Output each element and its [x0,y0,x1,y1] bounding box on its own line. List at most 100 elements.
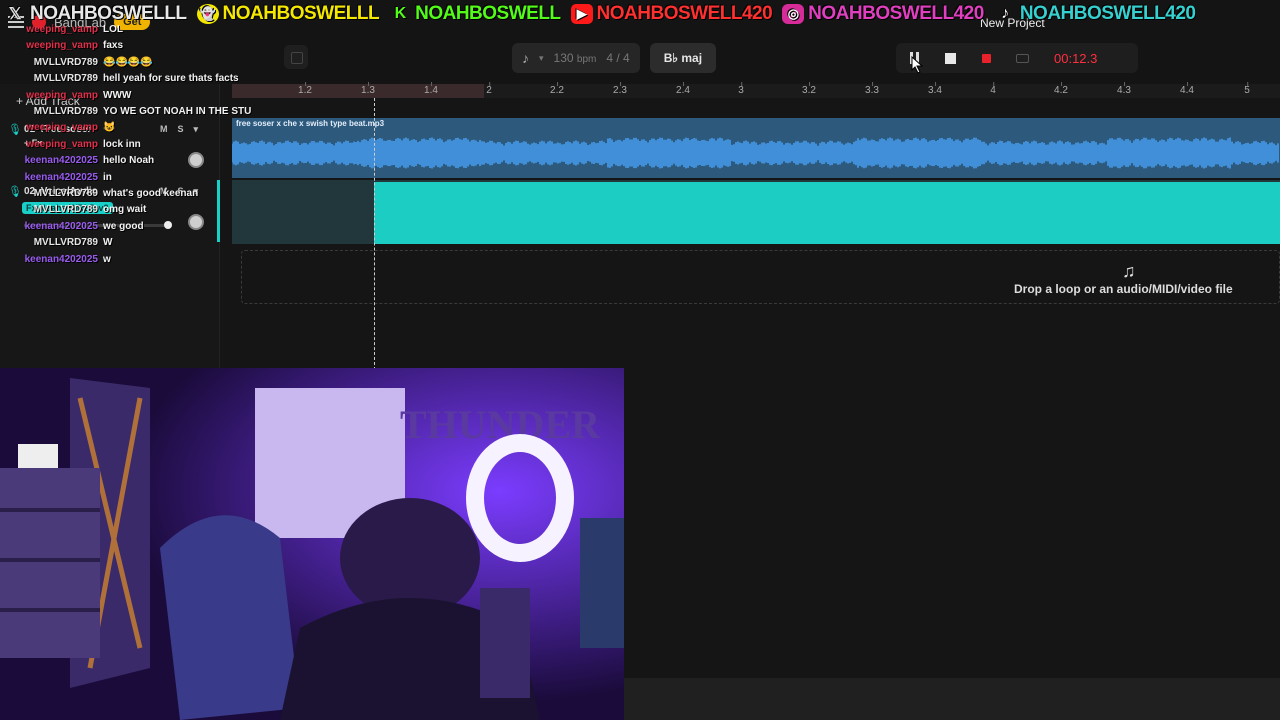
ruler-tick-label: 4 [990,82,996,96]
ruler-tick-label: 2.2 [550,82,564,96]
stop-button[interactable] [932,43,968,73]
ruler-tick-label: 1.4 [424,82,438,96]
chat-message: weeping_vamp lock inn [0,139,141,150]
chat-text: we good [103,220,144,232]
metronome-icon[interactable]: ♪ [522,50,529,66]
chat-username: weeping_vamp [26,24,98,35]
chat-text: W [103,237,113,249]
chat-message: MVLLVRD789 hell yeah for sure thats facts [0,73,239,84]
chat-message: weeping_vamp WWW [0,90,131,101]
ruler-tick-label: 3.4 [928,82,942,96]
chat-message: keenan4202025 hello Noah [0,155,155,167]
ruler-tick-label: 4.3 [1117,82,1131,96]
project-toolbar: ♪ ▾ 130 bpm 4 / 4 B♭ maj [512,43,717,73]
chat-username: keenan4202025 [24,171,98,183]
chat-message: keenan4202025 w [0,254,111,265]
social-handle: ♪ NOAHBOSWELL420 [994,3,1196,25]
waveform [232,137,1279,169]
ruler-tick-label: 4.4 [1180,82,1194,96]
chat-text: what's good keenan [103,188,199,199]
chat-username: weeping_vamp [26,122,98,134]
ruler-tick-label: 5 [1244,82,1250,96]
time-signature[interactable]: 4 / 4 [606,51,629,65]
chat-message: MVLLVRD789 W [0,237,113,249]
social-handle-text: NOAHBOSWELL [415,3,561,24]
chat-text: faxs [103,40,124,52]
chat-text: lock inn [103,138,141,150]
chat-message: weeping_vamp 😺 [0,122,115,133]
loop-region[interactable] [232,84,484,98]
ruler-tick-label: 1.3 [361,82,375,96]
chat-message: weeping_vamp faxs [0,40,123,51]
recorded-clip[interactable] [374,182,1280,244]
music-note-add-icon: ♫ [1122,261,1136,281]
social-handle: 👻 NOAHBOSWELLL [196,3,380,25]
undo-icon[interactable] [284,45,308,69]
chat-message: keenan4202025 we good [0,221,144,232]
kick-icon: K [394,5,407,22]
metronome-tempo-control[interactable]: ♪ ▾ 130 bpm 4 / 4 [512,43,640,73]
x-icon: 𝕏 [8,6,22,23]
ruler-tick-label: 2.4 [676,82,690,96]
chat-text: in [103,171,112,183]
chat-username: keenan4202025 [24,155,98,167]
social-handle-text: NOAHBOSWELL420 [596,3,773,24]
chat-text: WWW [103,89,132,101]
record-button[interactable] [968,43,1004,73]
ruler-tick-label: 3.3 [865,82,879,96]
ruler-tick-label: 1.2 [298,82,312,96]
daw-stream-screen: New Project ♪ ▾ 130 bpm 4 / 4 B♭ maj 00:… [0,0,1280,720]
time-readout: 00:12.3 [1054,50,1098,66]
tiktok-icon: ♪ [1001,5,1009,22]
social-handle-text: NOAHBOSWELLL [30,3,187,24]
ruler-tick-label: 2.3 [613,82,627,96]
ruler-tick-label: 3 [738,82,744,96]
key-selector[interactable]: B♭ maj [649,43,717,73]
webcam-feed: THUNDER [0,368,624,720]
chevron-down-icon: ▾ [539,52,544,63]
webcam-scene: THUNDER [0,368,624,720]
youtube-icon: ▶ [570,4,593,24]
chat-username: MVLLVRD789 [33,204,98,216]
chat-message: keenan4202025 in [0,172,112,183]
chat-text: hello Noah [103,155,155,167]
social-handle-text: NOAHBOSWELL420 [808,3,984,24]
chat-username: keenan4202025 [24,253,98,265]
loop-icon [1015,53,1029,63]
chat-username: weeping_vamp [26,89,98,101]
chat-text: YO WE GOT NOAH IN THE STU [103,106,252,117]
snapchat-icon: 👻 [196,4,219,24]
chat-text: LOL [103,24,123,35]
youtube-plaque [18,444,58,468]
bottom-panel [624,678,1280,720]
chat-message: weeping_vamp LOL [0,24,123,35]
social-handle-text: NOAHBOSWELLL [222,3,380,24]
chat-username: MVLLVRD789 [33,237,98,249]
audio-clip-track-1[interactable]: free soser x che x swish type beat.mp3 [232,118,1280,178]
ruler-tick-label: 2 [486,82,492,96]
chat-username: keenan4202025 [24,220,98,232]
stop-icon [944,52,956,64]
timeline-ruler[interactable]: 1.11.21.31.422.22.32.433.23.33.444.24.34… [232,82,1280,98]
chat-text: omg wait [103,204,147,216]
chat-username: MVLLVRD789 [33,73,98,85]
chat-message: MVLLVRD789 omg wait [0,204,147,216]
social-handle: 𝕏 NOAHBOSWELLL [4,3,187,25]
chat-username: MVLLVRD789 [33,188,98,199]
drop-zone-text: Drop a loop or an audio/MIDI/video file [1014,282,1233,296]
chat-text: w [103,253,111,265]
social-handle: ▶ NOAHBOSWELL420 [570,3,773,25]
social-handle-text: NOAHBOSWELL420 [1019,3,1196,24]
mouse-cursor-icon [910,55,924,79]
chat-message: MVLLVRD789 😂😂😂😂 [0,57,153,68]
chat-username: weeping_vamp [26,40,98,52]
tempo-value[interactable]: 130 bpm [554,51,597,65]
chat-message: MVLLVRD789 YO WE GOT NOAH IN THE STU [0,106,252,117]
chat-text: 😂😂😂😂 [103,56,153,68]
loop-button[interactable] [1004,43,1040,73]
playhead[interactable] [374,98,375,370]
stream-chat-overlay: weeping_vamp LOL weeping_vamp faxs MVLLVRD78… [0,24,260,294]
track-2-lane[interactable] [232,180,1280,244]
chat-username: MVLLVRD789 [33,106,98,117]
chat-username: MVLLVRD789 [33,56,98,68]
